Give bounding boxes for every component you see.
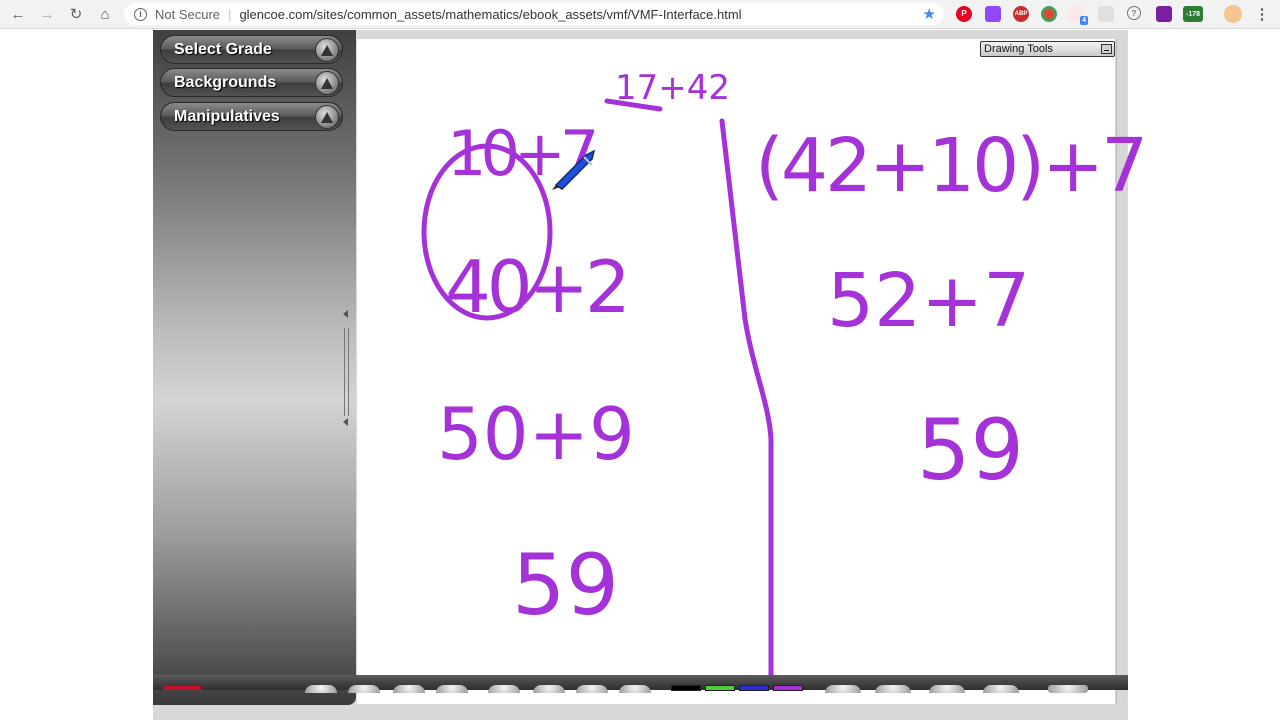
select-grade-label: Select Grade <box>174 40 272 58</box>
help-icon[interactable]: ? <box>1127 6 1141 20</box>
url-text[interactable]: glencoe.com/sites/common_assets/mathemat… <box>239 7 741 22</box>
tool-button[interactable] <box>305 685 337 693</box>
right-line-1: (42+10)+7 <box>755 123 1145 209</box>
security-label: Not Secure <box>155 6 221 22</box>
arrow-up-icon[interactable] <box>315 71 339 95</box>
arrow-up-icon[interactable] <box>315 38 339 62</box>
left-answer: 59 <box>512 536 619 634</box>
panel-splitter[interactable] <box>341 310 351 430</box>
pinterest-icon[interactable]: P <box>956 6 972 22</box>
backgrounds-button[interactable]: Backgrounds <box>160 68 343 97</box>
extension-badge-count: 4 <box>1080 16 1088 25</box>
left-line-3: 50+9 <box>437 392 635 476</box>
arrow-up-icon[interactable] <box>315 105 339 129</box>
tool-button[interactable] <box>533 685 565 693</box>
arrow-left-icon[interactable]: ← <box>8 4 28 24</box>
counter-badge: -178 <box>1185 11 1200 18</box>
select-grade-button[interactable]: Select Grade <box>160 35 343 64</box>
color-swatch-blue[interactable] <box>739 685 769 691</box>
sidebar: Select Grade Backgrounds Manipulatives <box>153 30 356 705</box>
adblock-icon[interactable]: ABP <box>1013 6 1029 22</box>
tool-button[interactable] <box>436 685 468 693</box>
color-swatch-black[interactable] <box>671 685 701 691</box>
extension-badge-icon[interactable]: 4 <box>1069 6 1088 25</box>
brand-logo <box>163 686 201 690</box>
header-problem-text: 17+42 <box>615 68 730 108</box>
tab-icon[interactable] <box>1098 6 1114 22</box>
tool-button[interactable] <box>619 685 651 693</box>
handwriting-layer: 17+42 10+7 40+2 50+9 59 (42+10)+7 52+7 5… <box>421 68 1148 679</box>
tool-button[interactable] <box>983 685 1019 693</box>
browser-toolbar: ← → ↻ ⌂ i Not Secure | glencoe.com/sites… <box>0 0 1280 29</box>
collapse-arrow-icon[interactable] <box>343 418 348 426</box>
tool-button[interactable] <box>929 685 965 693</box>
info-icon[interactable]: i <box>134 7 147 21</box>
tool-button[interactable] <box>825 685 861 693</box>
collapse-arrow-icon[interactable] <box>343 310 348 318</box>
tool-button[interactable] <box>576 685 608 693</box>
tool-button[interactable] <box>875 685 911 693</box>
green-counter-icon[interactable]: -178 <box>1183 6 1203 22</box>
tool-button[interactable] <box>348 685 380 693</box>
arrow-right-icon[interactable]: → <box>37 4 57 24</box>
pen-cursor-icon <box>552 149 596 190</box>
right-answer: 59 <box>917 401 1024 499</box>
backgrounds-label: Backgrounds <box>174 73 277 91</box>
manipulatives-button[interactable]: Manipulatives <box>160 102 343 131</box>
home-icon[interactable]: ⌂ <box>95 4 115 24</box>
trash-icon[interactable] <box>1048 685 1088 693</box>
tool-button[interactable] <box>488 685 520 693</box>
color-swatch-purple[interactable] <box>773 685 803 691</box>
bookmark-star-icon[interactable]: ★ <box>923 5 936 23</box>
manipulatives-label: Manipulatives <box>174 107 280 125</box>
colorful-extension-icon[interactable] <box>1041 6 1057 22</box>
splitter-grip[interactable] <box>344 328 349 416</box>
right-line-2: 52+7 <box>827 258 1030 344</box>
tool-button[interactable] <box>393 685 425 693</box>
color-swatch-green[interactable] <box>705 685 735 691</box>
address-separator: | <box>228 6 232 22</box>
kebab-menu-icon[interactable]: ⋮ <box>1252 4 1272 24</box>
twitch-icon[interactable] <box>985 6 1001 22</box>
profile-avatar-icon[interactable] <box>1224 5 1242 23</box>
reload-icon[interactable]: ↻ <box>66 4 86 24</box>
bottom-toolbar <box>153 675 1128 693</box>
address-bar[interactable]: i Not Secure | glencoe.com/sites/common_… <box>124 3 944 25</box>
purple-extension-icon[interactable] <box>1156 6 1172 22</box>
